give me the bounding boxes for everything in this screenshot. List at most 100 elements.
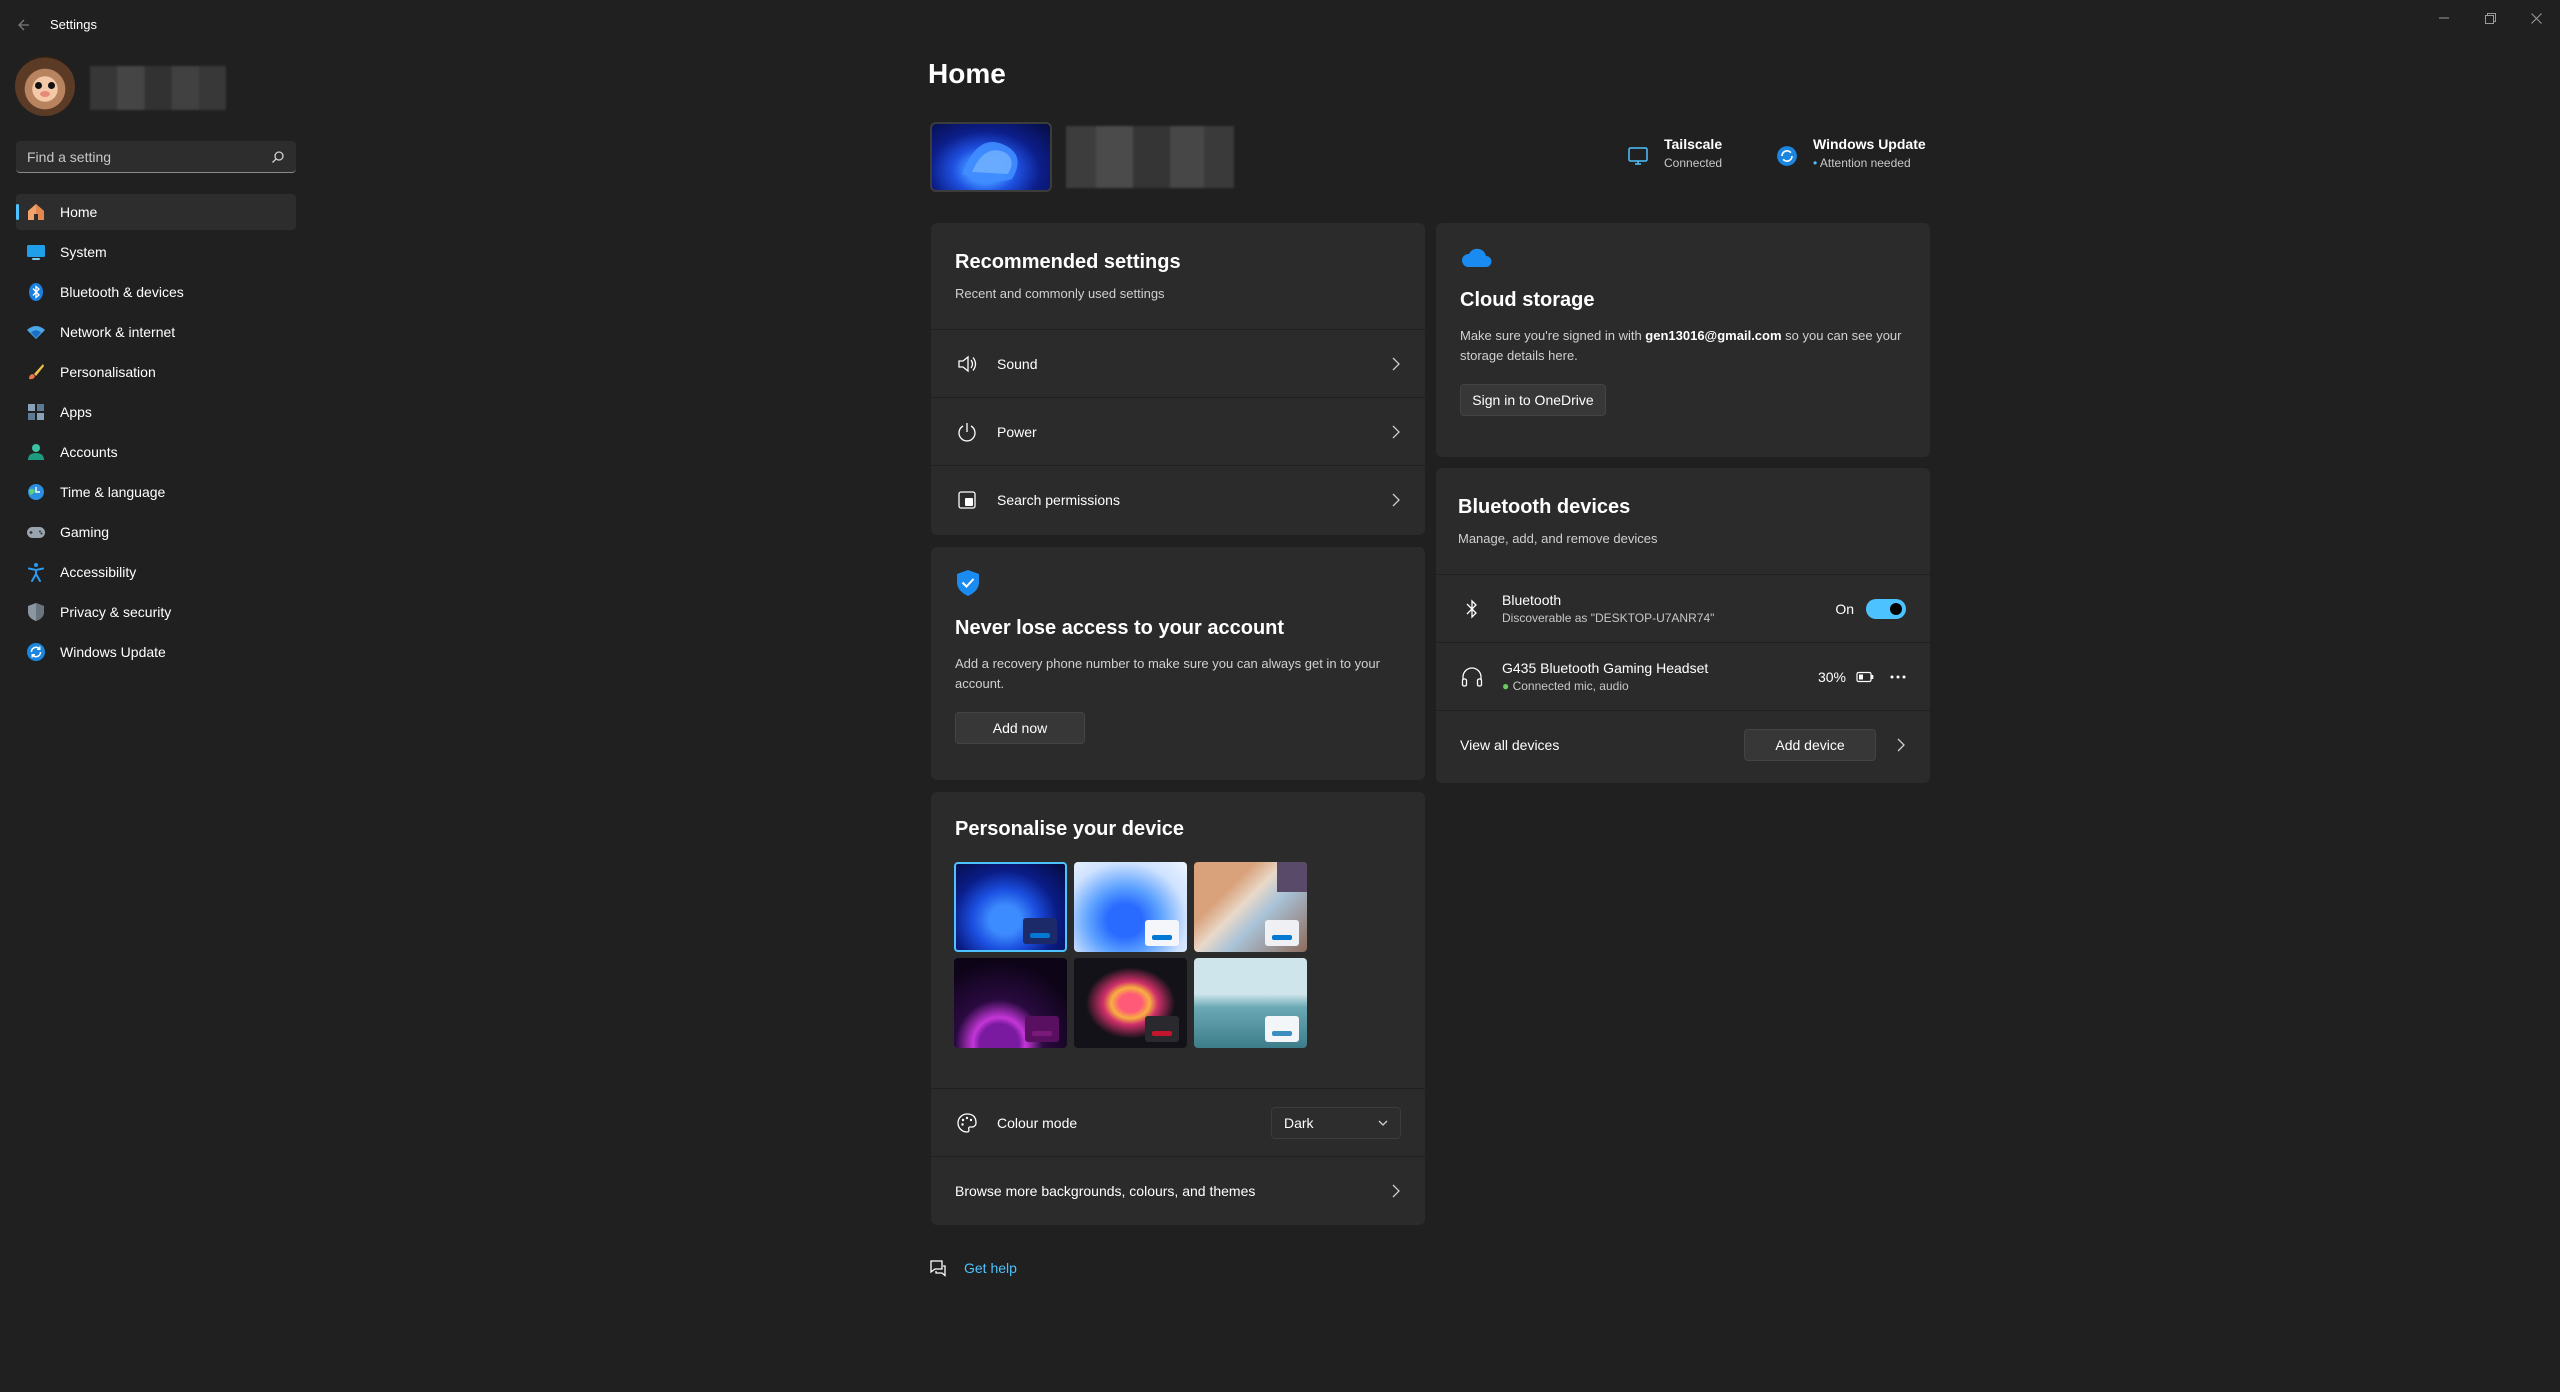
theme-windows-dark[interactable] — [954, 862, 1067, 952]
windows-update-status[interactable]: Windows Update • Attention needed — [1773, 136, 1926, 170]
chevron-right-icon — [1391, 357, 1401, 371]
headset-status: ● Connected mic, audio — [1502, 679, 1708, 693]
sidebar-item-label: Accounts — [60, 444, 118, 460]
sidebar-item-privacy[interactable]: Privacy & security — [16, 594, 296, 630]
onedrive-cloud-icon — [1460, 247, 1906, 269]
bluetooth-toggle-row: Bluetooth Discoverable as "DESKTOP-U7ANR… — [1436, 574, 1930, 642]
bluetooth-discoverable: Discoverable as "DESKTOP-U7ANR74" — [1502, 611, 1715, 625]
account-title: Never lose access to your account — [955, 617, 1285, 639]
recommended-row-power[interactable]: Power — [931, 397, 1425, 465]
sidebar-item-bluetooth[interactable]: Bluetooth & devices — [16, 274, 296, 310]
view-all-devices-label: View all devices — [1460, 736, 1560, 753]
view-all-devices-row[interactable]: View all devices Add device — [1436, 710, 1930, 778]
theme-grid — [954, 862, 1307, 1048]
headset-device-row[interactable]: G435 Bluetooth Gaming Headset ● Connecte… — [1436, 642, 1930, 710]
theme-captured-motion[interactable] — [954, 958, 1067, 1048]
chevron-right-icon — [1391, 1184, 1401, 1198]
device-wallpaper-thumbnail[interactable] — [930, 122, 1052, 192]
more-options-icon[interactable] — [1890, 675, 1906, 679]
theme-flow[interactable] — [1074, 958, 1187, 1048]
close-button[interactable] — [2513, 4, 2559, 32]
device-name-redacted — [1066, 126, 1234, 188]
windows-update-status-icon — [1773, 142, 1801, 170]
sidebar-item-system[interactable]: System — [16, 234, 296, 270]
chevron-right-icon — [1896, 738, 1906, 752]
recommended-row-sound[interactable]: Sound — [931, 329, 1425, 397]
sidebar-item-label: Accessibility — [60, 564, 137, 580]
browse-themes-label: Browse more backgrounds, colours, and th… — [955, 1183, 1256, 1199]
headset-icon — [1460, 665, 1484, 689]
tailscale-title: Tailscale — [1664, 136, 1723, 152]
recommended-title: Recommended settings — [955, 251, 1181, 273]
recommended-row-search-permissions[interactable]: Search permissions — [931, 465, 1425, 533]
bluetooth-card-subtitle: Manage, add, and remove devices — [1458, 531, 1658, 546]
windows-update-subtitle: • Attention needed — [1813, 156, 1911, 170]
get-help-text[interactable]: Get help — [964, 1260, 1017, 1276]
sidebar-item-label: Home — [60, 204, 98, 220]
chevron-right-icon — [1391, 425, 1401, 439]
minimize-button[interactable] — [2421, 4, 2467, 32]
get-help-link[interactable]: Get help — [928, 1258, 1017, 1278]
browse-themes-row[interactable]: Browse more backgrounds, colours, and th… — [931, 1156, 1425, 1225]
tailscale-status[interactable]: Tailscale Connected — [1624, 136, 1722, 170]
account-body: Add a recovery phone number to make sure… — [955, 656, 1380, 691]
search-icon[interactable] — [271, 150, 285, 164]
tailscale-subtitle: Connected — [1664, 156, 1723, 170]
theme-glow[interactable] — [1194, 862, 1307, 952]
headset-status-text: Connected mic, audio — [1512, 679, 1629, 693]
sidebar-item-accounts[interactable]: Accounts — [16, 434, 296, 470]
sidebar-item-label: Time & language — [60, 484, 166, 500]
sidebar-item-time-language[interactable]: Time & language — [16, 474, 296, 510]
title-bar: Settings — [0, 0, 2560, 48]
sidebar-item-label: Network & internet — [60, 324, 176, 340]
sidebar-item-apps[interactable]: Apps — [16, 394, 296, 430]
windows-update-title: Windows Update — [1813, 136, 1926, 152]
chevron-down-icon — [1378, 1119, 1388, 1127]
personalisation-icon — [26, 362, 46, 382]
gaming-icon — [26, 522, 46, 542]
bluetooth-symbol-icon — [1460, 597, 1484, 621]
recommended-settings-card: Recommended settings Recent and commonly… — [931, 223, 1425, 535]
sidebar-item-label: Bluetooth & devices — [60, 284, 184, 300]
app-title: Settings — [50, 17, 97, 32]
bluetooth-toggle[interactable] — [1866, 598, 1906, 619]
add-device-button[interactable]: Add device — [1744, 728, 1876, 761]
recommended-row-label: Search permissions — [997, 491, 1120, 508]
theme-windows-light[interactable] — [1074, 862, 1187, 952]
sign-in-onedrive-button[interactable]: Sign in to OneDrive — [1460, 384, 1606, 416]
bluetooth-devices-card: Bluetooth devices Manage, add, and remov… — [1436, 468, 1930, 783]
bluetooth-state: On — [1835, 600, 1854, 617]
sidebar-item-label: Privacy & security — [60, 604, 172, 620]
sidebar-nav: Home System Bluetooth & devices Network … — [16, 194, 296, 674]
sidebar-item-network[interactable]: Network & internet — [16, 314, 296, 350]
colour-mode-dropdown[interactable]: Dark — [1271, 1106, 1401, 1139]
sidebar-item-gaming[interactable]: Gaming — [16, 514, 296, 550]
bluetooth-icon — [26, 282, 46, 302]
battery-icon — [1856, 671, 1874, 683]
sidebar-item-label: Gaming — [60, 524, 110, 540]
username-redacted — [90, 66, 226, 110]
avatar[interactable] — [15, 56, 75, 116]
personalise-card: Personalise your device Colour mode Dark — [931, 792, 1425, 1225]
colour-mode-label: Colour mode — [997, 1114, 1078, 1131]
sidebar-item-home[interactable]: Home — [16, 194, 296, 230]
recommended-row-label: Sound — [997, 355, 1038, 372]
colour-palette-icon — [955, 1111, 979, 1135]
sidebar-item-accessibility[interactable]: Accessibility — [16, 554, 296, 590]
page-title: Home — [928, 58, 1006, 89]
help-chat-icon — [928, 1258, 948, 1278]
sidebar-item-windows-update[interactable]: Windows Update — [16, 634, 296, 670]
cloud-title: Cloud storage — [1460, 289, 1595, 311]
back-arrow-icon[interactable] — [10, 12, 36, 38]
search-box[interactable] — [16, 141, 296, 173]
sidebar-item-label: Windows Update — [60, 644, 166, 660]
personalise-title: Personalise your device — [955, 818, 1185, 840]
restore-button[interactable] — [2467, 4, 2513, 32]
search-permissions-icon — [955, 488, 979, 512]
search-input[interactable] — [27, 148, 271, 165]
add-now-button[interactable]: Add now — [955, 712, 1085, 744]
sidebar-item-personalisation[interactable]: Personalisation — [16, 354, 296, 390]
recommended-subtitle: Recent and commonly used settings — [955, 286, 1165, 301]
sidebar-item-label: Apps — [60, 404, 92, 420]
theme-sunrise[interactable] — [1194, 958, 1307, 1048]
